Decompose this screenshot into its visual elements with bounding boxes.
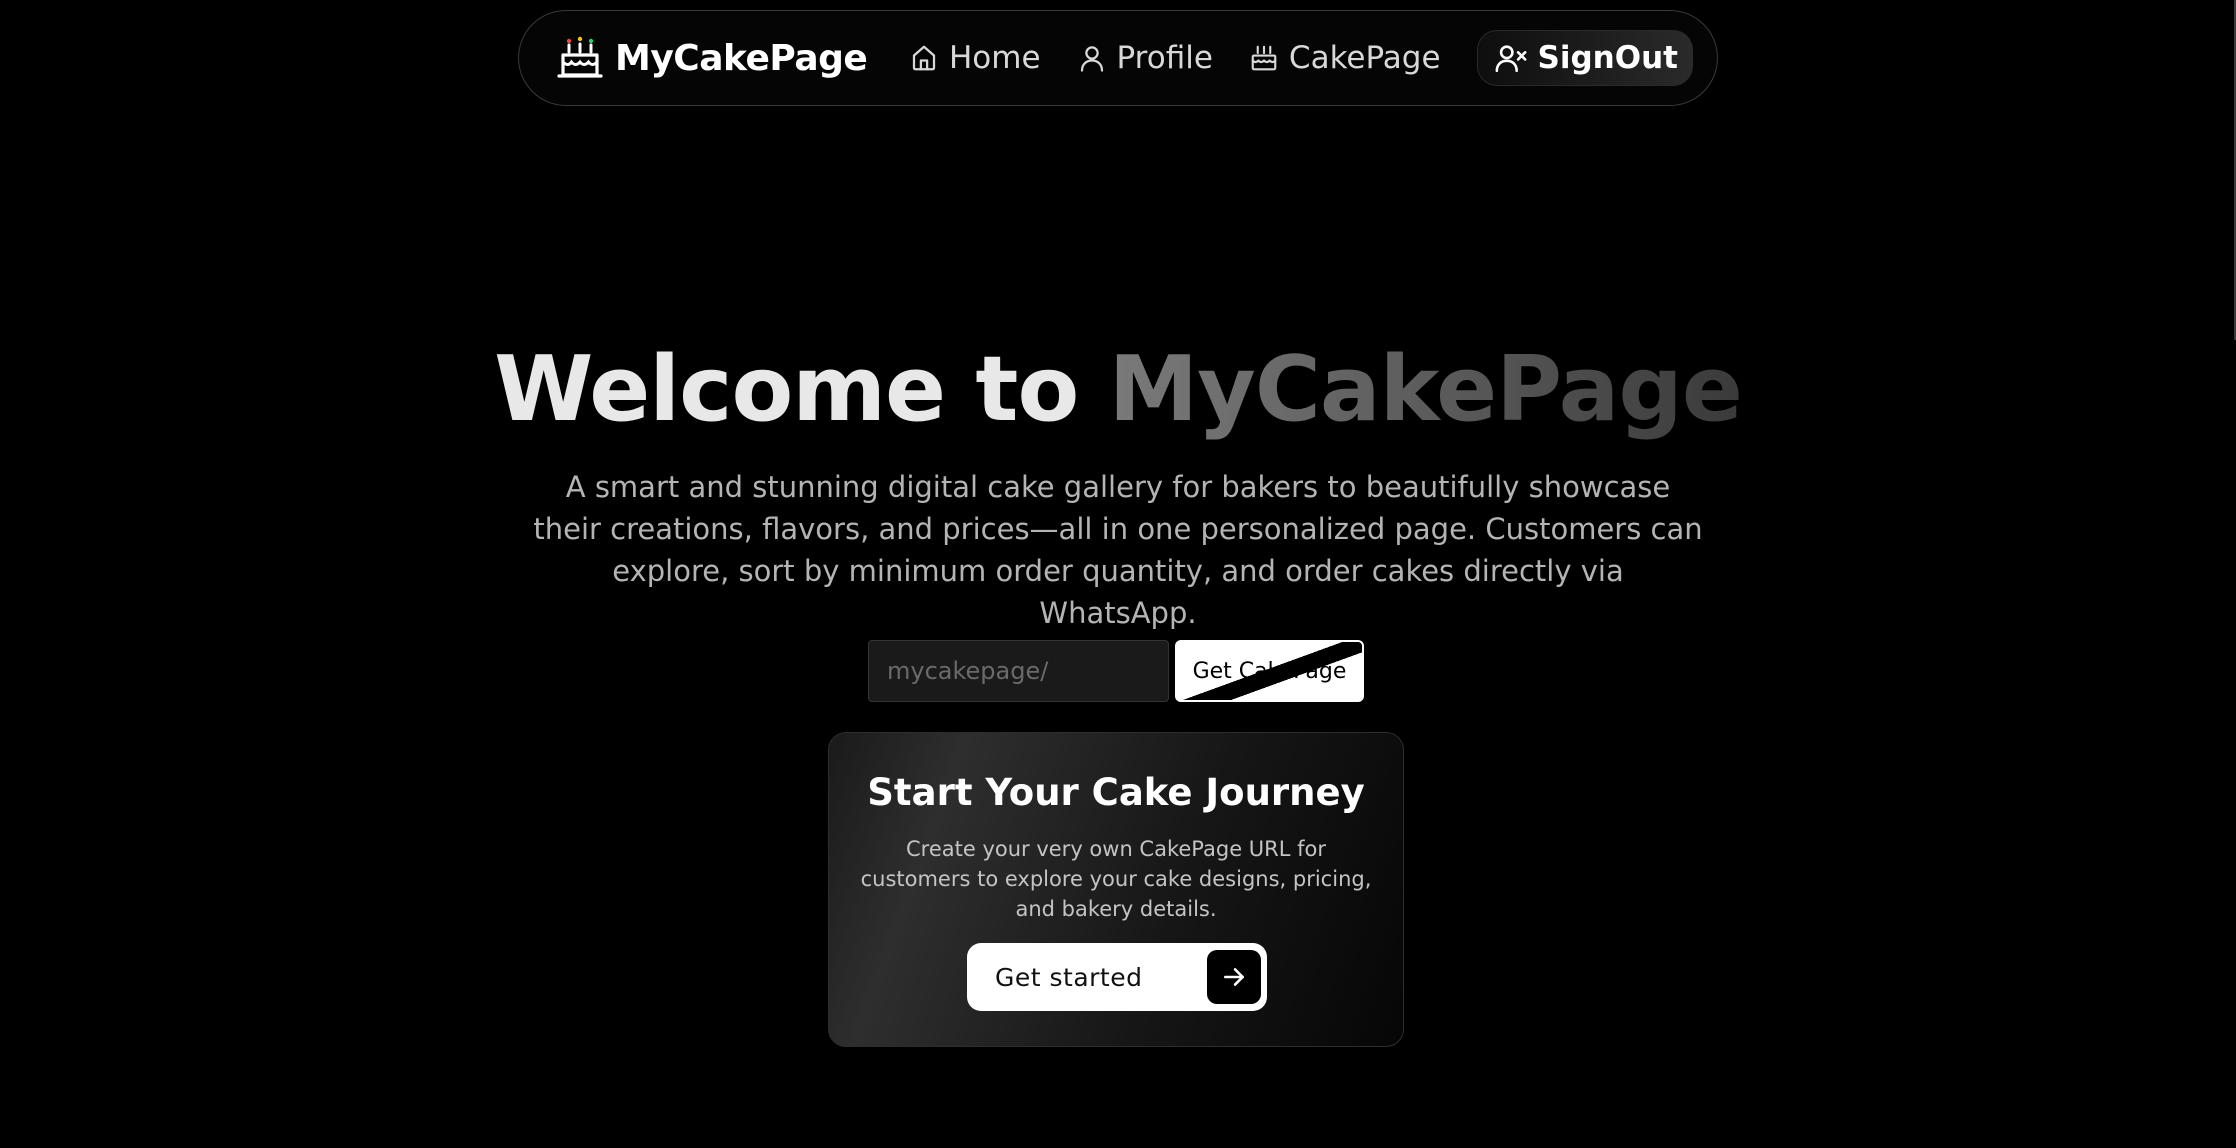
hero-title: Welcome to MyCakePage <box>0 340 2236 439</box>
cake-logo-icon <box>557 36 603 78</box>
cakepage-url-input[interactable] <box>868 640 1169 702</box>
card-text: Create your very own CakePage URL for cu… <box>860 837 1372 921</box>
brand-logo[interactable]: MyCakePage <box>557 35 868 81</box>
get-started-button[interactable]: Get started <box>967 943 1267 1011</box>
get-cakepage-button[interactable]: Get CakePage <box>1175 640 1364 702</box>
nav-link-home-label: Home <box>948 40 1041 76</box>
nav-link-cakepage[interactable]: CakePage <box>1249 40 1441 76</box>
get-started-label: Get started <box>995 962 1143 992</box>
home-icon <box>912 45 936 71</box>
get-cakepage-label: Get CakePage <box>1192 658 1347 684</box>
nav-link-profile[interactable]: Profile <box>1077 40 1213 76</box>
brand-name: MyCakePage <box>615 37 868 79</box>
hero-title-prefix: Welcome to <box>494 337 1079 442</box>
nav-links: Home Profile CakePage SignOut <box>873 30 1693 86</box>
arrow-right-icon <box>1207 950 1261 1004</box>
card-title: Start Your Cake Journey <box>867 771 1365 814</box>
hero-title-brand: MyCakePage <box>1108 337 1743 442</box>
hero-description: A smart and stunning digital cake galler… <box>533 470 1703 630</box>
user-icon <box>1080 46 1103 72</box>
cake-journey-card: Start Your Cake Journey Create your very… <box>828 732 1404 1047</box>
signout-button[interactable]: SignOut <box>1476 30 1693 86</box>
top-navbar: MyCakePage Home Profile CakePage SignOut <box>518 10 1718 106</box>
signout-label: SignOut <box>1537 40 1678 76</box>
nav-link-cakepage-label: CakePage <box>1288 40 1441 76</box>
nav-link-home[interactable]: Home <box>909 40 1041 76</box>
cake-icon <box>1251 45 1277 71</box>
nav-link-profile-label: Profile <box>1116 40 1213 76</box>
user-x-icon <box>1495 45 1526 73</box>
